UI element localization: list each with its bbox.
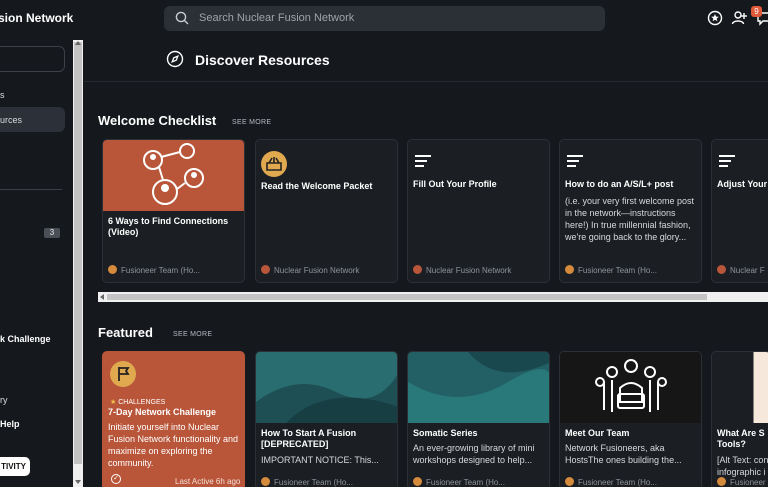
last-active-label: Last Active 6h ago (175, 477, 241, 486)
star-icon: ★ (110, 399, 117, 406)
card-description: Network Fusioneers, aka HostsThe ones bu… (565, 443, 682, 465)
sidebar-item-challenge[interactable]: k Challenge (0, 334, 51, 344)
sidebar-item-discussions[interactable]: s (0, 90, 5, 100)
sidebar-item-resources[interactable]: urces (0, 115, 22, 125)
card-author: Nuclear F (717, 265, 765, 275)
sidebar-search-input[interactable] (0, 46, 65, 72)
card-description: (i.e. your very first welcome post in th… (565, 196, 695, 242)
card-title: Somatic Series (413, 428, 478, 438)
card-title: Read the Welcome Packet (261, 181, 373, 191)
card-title: Fill Out Your Profile (413, 179, 497, 189)
article-icon (719, 155, 735, 167)
compass-icon (166, 50, 184, 68)
card-description: [Alt Text: con infographic i (717, 455, 768, 477)
team-image (560, 352, 701, 423)
card-title: Meet Our Team (565, 428, 630, 438)
header-divider (84, 81, 768, 82)
article-icon (415, 155, 431, 167)
featured-section-title: Featured (98, 325, 153, 340)
packet-icon (261, 151, 287, 177)
welcome-card[interactable]: Read the Welcome Packet Nuclear Fusion N… (255, 139, 398, 283)
card-author: Fusioneer Team (Ho... (108, 265, 200, 275)
card-author: Fusioneer Team (Ho... (261, 477, 353, 487)
network-name[interactable]: sion Network (0, 11, 73, 25)
scroll-left-arrow-icon[interactable] (100, 294, 104, 300)
article-icon (567, 155, 583, 167)
infographic-image (753, 352, 768, 423)
welcome-card[interactable]: 6 Ways to Find Connections (Video) Fusio… (102, 139, 245, 283)
scroll-down-arrow-icon[interactable] (75, 480, 81, 484)
card-description: An ever-growing library of mini workshop… (413, 443, 535, 465)
welcome-card[interactable]: How to do an A/S/L+ post (i.e. your very… (559, 139, 702, 283)
scroll-up-arrow-icon[interactable] (75, 41, 81, 45)
top-bar: sion Network Search Nuclear Fusion Netwo… (0, 0, 768, 40)
check-icon: ✓ (111, 474, 121, 484)
flag-icon (110, 361, 136, 387)
add-user-icon[interactable] (731, 9, 749, 27)
card-title: 7-Day Network Challenge (108, 407, 217, 417)
card-author: Fusioneer Team (Ho... (413, 477, 505, 487)
page-title: Discover Resources (195, 52, 330, 68)
welcome-card[interactable]: Adjust Your Nuclear F (711, 139, 768, 283)
featured-card[interactable]: How To Start A Fusion [DEPRECATED] IMPOR… (255, 351, 398, 487)
featured-see-more-link[interactable]: SEE MORE (173, 331, 212, 338)
welcome-section-title: Welcome Checklist (98, 113, 217, 128)
teal-abstract-image (256, 352, 397, 423)
connections-image (103, 140, 244, 211)
sidebar-item-help[interactable]: Help (0, 419, 20, 429)
sidebar-item-library[interactable]: ry (0, 395, 8, 405)
sidebar-scrollbar-thumb[interactable] (74, 42, 82, 464)
search-icon (175, 11, 189, 25)
teal-abstract-image (408, 352, 549, 423)
featured-card[interactable]: Meet Our Team Network Fusioneers, aka Ho… (559, 351, 702, 487)
sidebar-count-badge: 3 (44, 228, 60, 238)
card-author: Fusioneer (717, 477, 766, 487)
card-title: Adjust Your (717, 179, 768, 189)
search-input[interactable]: Search Nuclear Fusion Network (199, 12, 354, 24)
horizontal-scrollbar-thumb[interactable] (107, 294, 707, 300)
card-description: IMPORTANT NOTICE: This... (261, 455, 379, 465)
welcome-card[interactable]: Fill Out Your Profile Nuclear Fusion Net… (407, 139, 550, 283)
featured-card[interactable]: Somatic Series An ever-growing library o… (407, 351, 550, 487)
card-title: How To Start A Fusion [DEPRECATED] (261, 428, 357, 449)
card-author: Fusioneer Team (Ho... (565, 477, 657, 487)
notification-badge: 9 (751, 6, 762, 17)
badge-star-icon[interactable] (706, 9, 724, 27)
card-author: Nuclear Fusion Network (261, 265, 359, 275)
card-author: Fusioneer Team (Ho... (565, 265, 657, 275)
sidebar: s urces 3 k Challenge ry Help TIVITY (0, 40, 72, 487)
card-title: 6 Ways to Find Connections (Video) (108, 216, 229, 237)
challenge-tag: ★ CHALLENGES (110, 399, 166, 406)
card-description: Initiate yourself into Nuclear Fusion Ne… (108, 422, 239, 468)
search-bar[interactable]: Search Nuclear Fusion Network (164, 6, 605, 31)
card-title: How to do an A/S/L+ post (565, 179, 674, 189)
sidebar-divider (0, 189, 62, 190)
welcome-see-more-link[interactable]: SEE MORE (232, 119, 271, 126)
activity-button[interactable]: TIVITY (0, 457, 30, 476)
featured-card[interactable]: What Are S Tools? [Alt Text: con infogra… (711, 351, 768, 487)
card-author: Nuclear Fusion Network (413, 265, 511, 275)
card-title: What Are S Tools? (717, 428, 765, 449)
featured-card[interactable]: ★ CHALLENGES 7-Day Network Challenge Ini… (102, 351, 245, 487)
